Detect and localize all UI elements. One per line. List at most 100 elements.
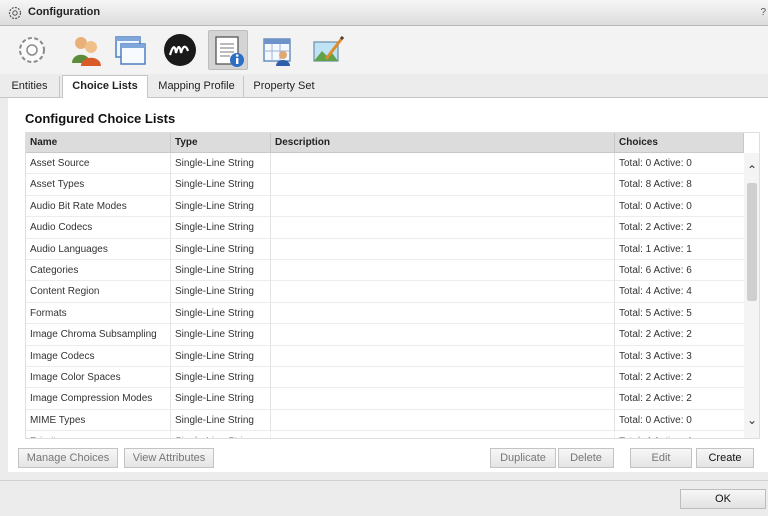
tab-choice-lists[interactable]: Choice Lists bbox=[62, 75, 148, 99]
gear-icon bbox=[8, 6, 22, 20]
cell-name: Asset Types bbox=[26, 174, 171, 196]
cell-description bbox=[271, 217, 615, 239]
brand-logo-icon bbox=[164, 34, 196, 66]
cell-choices: Total: 8 Active: 8 bbox=[619, 179, 692, 191]
cell-type: Single-Line String bbox=[171, 174, 271, 196]
table-row[interactable]: Image Codecs Single-Line String Total: 3 A… bbox=[26, 345, 744, 367]
document-info-icon bbox=[215, 36, 244, 67]
cell-description bbox=[271, 388, 615, 410]
window-title: Configuration bbox=[28, 6, 101, 18]
cell-choices: Total: 6 Active: 6 bbox=[619, 264, 692, 276]
table-row[interactable]: PrioritySingle-Line String Total: 4 Activ… bbox=[26, 431, 744, 438]
cell-name: MIME Types bbox=[26, 409, 171, 431]
help-button[interactable]: ? bbox=[760, 7, 766, 18]
cell-choices: Total: 5 Active: 5 bbox=[619, 307, 692, 319]
cell-name: Content Region bbox=[26, 281, 171, 303]
column-header-type[interactable]: Type bbox=[171, 133, 271, 153]
cell-type: Single-Line String bbox=[171, 409, 271, 431]
image-edit-icon bbox=[313, 35, 345, 62]
cell-choices: Total: 2 Active: 2 bbox=[619, 222, 692, 234]
table-row[interactable]: Asset Types Single-Line String Total: 8 Ac… bbox=[26, 174, 744, 196]
cell-description bbox=[271, 238, 615, 260]
brand-tool-button[interactable] bbox=[160, 30, 200, 70]
column-header-choices[interactable]: Choices bbox=[615, 133, 744, 153]
cell-name: Audio Codecs bbox=[26, 217, 171, 239]
table-row[interactable]: Image Chroma Subsampling Single-Line Stri… bbox=[26, 324, 744, 346]
edit-button[interactable]: Edit bbox=[630, 448, 692, 468]
cell-type: Single-Line String bbox=[171, 324, 271, 346]
table-scrollbar[interactable]: ⌃ ⌄ bbox=[744, 153, 759, 438]
cell-choices: Total: 2 Active: 2 bbox=[619, 329, 692, 341]
cell-name: Categories bbox=[26, 259, 171, 281]
delete-button[interactable]: Delete bbox=[558, 448, 614, 468]
cell-name: Audio Languages bbox=[26, 238, 171, 260]
table-row[interactable]: Content Region Single-Line String Total: 4… bbox=[26, 281, 744, 303]
cell-type: Single-Line String bbox=[171, 217, 271, 239]
dialog-footer: OK bbox=[0, 480, 768, 516]
cell-choices: Total: 0 Active: 0 bbox=[619, 158, 692, 169]
table-row[interactable]: Audio Languages Single-Line String Total: … bbox=[26, 238, 744, 260]
cell-name: Asset Source bbox=[26, 153, 171, 174]
ok-button[interactable]: OK bbox=[680, 489, 766, 509]
cell-description bbox=[271, 431, 615, 438]
settings-tool-button[interactable] bbox=[12, 30, 52, 70]
toolbar bbox=[0, 26, 768, 74]
cell-description bbox=[271, 345, 615, 367]
table-row[interactable]: Categories Single-Line String Total: 6 Act… bbox=[26, 259, 744, 282]
title-bar: Configuration ? bbox=[0, 0, 768, 26]
cell-name: Formats bbox=[26, 302, 171, 324]
cell-description bbox=[271, 324, 615, 346]
cell-choices: Total: 4 Active: 4 bbox=[615, 431, 744, 438]
table-row[interactable]: Image Color Spaces Single-Line String Tota… bbox=[26, 366, 744, 389]
duplicate-button[interactable]: Duplicate bbox=[490, 448, 556, 468]
cell-choices: Total: 0 Active: 0 bbox=[619, 414, 692, 426]
cell-choices: Total: 2 Active: 2 bbox=[619, 371, 692, 383]
cell-name: Image Color Spaces bbox=[26, 366, 171, 388]
tab-property-set[interactable]: Property Set bbox=[244, 76, 324, 98]
cell-choices: Total: 2 Active: 2 bbox=[619, 393, 692, 405]
cell-description bbox=[271, 153, 615, 174]
cell-description bbox=[271, 259, 615, 281]
cell-type: Single-Line String bbox=[171, 238, 271, 260]
view-attributes-button[interactable]: View Attributes bbox=[124, 448, 214, 468]
tab-mapping-profile[interactable]: Mapping Profile bbox=[150, 76, 244, 98]
scroll-thumb[interactable] bbox=[747, 183, 757, 301]
create-button[interactable]: Create bbox=[696, 448, 754, 468]
image-edit-tool-button[interactable] bbox=[308, 30, 348, 70]
cell-type: Single-Line String bbox=[171, 195, 271, 217]
table-row[interactable]: MIME Types Single-Line String Total: 0 Act… bbox=[26, 409, 744, 432]
section-title: Configured Choice Lists bbox=[25, 111, 176, 126]
document-info-tool-button[interactable] bbox=[208, 30, 248, 70]
cell-name: Priority bbox=[26, 431, 171, 438]
column-header-description[interactable]: Description bbox=[271, 133, 615, 153]
scroll-up-icon[interactable]: ⌃ bbox=[744, 161, 759, 179]
cell-type: Single-Line String bbox=[171, 431, 271, 438]
windows-tool-button[interactable] bbox=[110, 30, 150, 70]
cell-choices: Total: 3 Active: 3 bbox=[619, 350, 692, 362]
cell-type: Single-Line String bbox=[171, 153, 271, 174]
cell-name: Image Codecs bbox=[26, 345, 171, 367]
table-row[interactable]: Formats Single-Line String Total: 5 Active… bbox=[26, 302, 744, 325]
tab-bar: Entities Choice Lists Mapping Profile Pr… bbox=[0, 74, 768, 99]
cell-type: Single-Line String bbox=[171, 388, 271, 410]
cell-description bbox=[271, 366, 615, 388]
column-header-name[interactable]: Name bbox=[26, 133, 171, 153]
cell-type: Single-Line String bbox=[171, 366, 271, 388]
cell-type: Single-Line String bbox=[171, 259, 271, 281]
cell-choices: Total: 1 Active: 1 bbox=[619, 243, 692, 255]
windows-icon bbox=[115, 36, 146, 65]
main-panel: Configured Choice Lists Name Type Descri… bbox=[8, 98, 768, 472]
cell-choices: Total: 4 Active: 4 bbox=[619, 286, 692, 298]
scroll-down-icon[interactable]: ⌄ bbox=[744, 411, 759, 429]
cell-name: Image Compression Modes bbox=[26, 388, 171, 410]
table-row[interactable]: Audio Codecs Single-Line String Total: 2 A… bbox=[26, 217, 744, 239]
table-row[interactable]: Audio Bit Rate Modes Single-Line String To… bbox=[26, 195, 744, 218]
calendar-user-tool-button[interactable] bbox=[258, 30, 298, 70]
table-header: Name Type Description Choices bbox=[26, 133, 744, 153]
tab-entities[interactable]: Entities bbox=[0, 76, 60, 98]
users-tool-button[interactable] bbox=[66, 30, 106, 70]
table-row[interactable]: Asset Source Single-Line String Total: 0 A… bbox=[26, 153, 744, 175]
cell-choices: Total: 0 Active: 0 bbox=[619, 200, 692, 212]
table-row[interactable]: Image Compression Modes Single-Line Strin… bbox=[26, 388, 744, 410]
manage-choices-button[interactable]: Manage Choices bbox=[18, 448, 118, 468]
